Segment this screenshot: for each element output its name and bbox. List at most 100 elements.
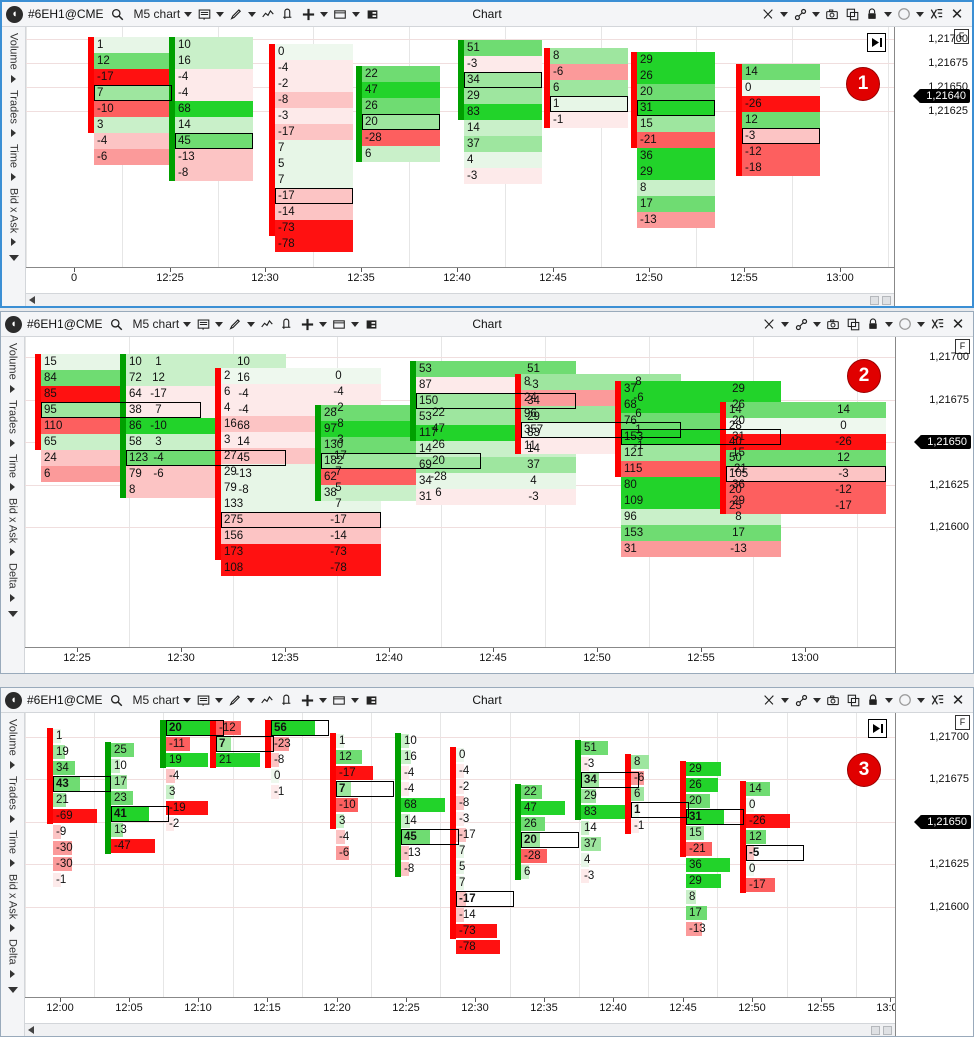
window-icon[interactable]	[330, 4, 350, 24]
lock-icon[interactable]	[863, 690, 883, 710]
circle-chevron-down-icon[interactable]	[915, 690, 927, 710]
footprint-row[interactable]: -4	[336, 829, 394, 845]
footprint-row[interactable]: 173 -73	[221, 544, 381, 560]
add-chevron-down-icon[interactable]	[318, 4, 330, 24]
footprint-row[interactable]: -8	[271, 752, 329, 768]
footprint-row[interactable]: 31	[686, 809, 744, 825]
footprint-row[interactable]: -73	[275, 220, 353, 236]
close-icon[interactable]: ✕	[947, 691, 969, 709]
footprint-row[interactable]: 37	[581, 836, 639, 852]
footprint-chart[interactable]: 1 12 -17 7 -10 3 -4 -6 10 16 -4 -4 68 14 45 -13 -8 0 -4 -2-…	[26, 27, 894, 280]
footprint-row[interactable]: 12	[336, 749, 394, 765]
footprint-row[interactable]: -69	[53, 808, 111, 824]
footprint-row[interactable]: 50 12	[726, 450, 886, 466]
footprint-row[interactable]: 17	[111, 774, 169, 790]
footprint-row[interactable]: -14	[275, 204, 353, 220]
window-chevron-down-icon[interactable]	[350, 4, 362, 24]
footprint-row[interactable]: -13	[686, 921, 744, 937]
y-axis[interactable]: F 1,21700 1,21675 1,21650 1,21625 1,21640	[894, 27, 972, 306]
footprint-row[interactable]: -13	[175, 149, 253, 165]
footprint-row[interactable]: 20	[362, 114, 440, 130]
close-icon[interactable]: ✕	[947, 315, 969, 333]
circle-icon[interactable]	[895, 314, 915, 334]
add-icon[interactable]	[297, 314, 317, 334]
footprint-row[interactable]: 8	[550, 48, 628, 64]
drawing-pencil-chevron-down-icon[interactable]	[246, 4, 258, 24]
footprint-row[interactable]: 0	[456, 747, 514, 763]
footprint-row[interactable]: -73	[456, 923, 514, 939]
window-chevron-down-icon[interactable]	[349, 690, 361, 710]
timeframe-chevron-down-icon[interactable]	[181, 314, 193, 334]
scroll-thumb[interactable]	[870, 295, 879, 305]
footprint-row[interactable]: 69 37	[416, 457, 576, 473]
sidebar-expand-arrow-icon[interactable]	[10, 858, 15, 867]
window-chevron-down-icon[interactable]	[349, 314, 361, 334]
footprint-row[interactable]: -28	[362, 130, 440, 146]
sidebar-more-icon[interactable]	[7, 610, 18, 617]
footprint-row[interactable]: 29	[637, 164, 715, 180]
footprint-row[interactable]: 40 -26	[726, 434, 886, 450]
scroll-end-box[interactable]	[883, 1025, 892, 1035]
footprint-row[interactable]: -4	[456, 763, 514, 779]
footprint-row[interactable]: -3	[464, 56, 542, 72]
indicator-icon[interactable]	[257, 690, 277, 710]
chart-type-icon[interactable]	[194, 4, 214, 24]
sidebar-item-bid-x-ask[interactable]: Bid x Ask	[8, 186, 20, 235]
footprint-row[interactable]: 20	[221, 368, 381, 384]
footprint-row[interactable]: -3	[581, 868, 639, 884]
footprint-row[interactable]: 36	[686, 857, 744, 873]
window-icon[interactable]	[329, 690, 349, 710]
columns-icon[interactable]	[361, 690, 381, 710]
sidebar-expand-arrow-icon[interactable]	[10, 923, 15, 932]
indicator-icon[interactable]	[258, 4, 278, 24]
circle-icon[interactable]	[895, 690, 915, 710]
footprint-row[interactable]: 56	[271, 720, 329, 736]
footprint-row[interactable]: 7	[94, 85, 172, 101]
camera-icon[interactable]	[823, 314, 843, 334]
sidebar-expand-arrow-icon[interactable]	[11, 172, 16, 181]
footprint-row[interactable]: 16	[175, 53, 253, 69]
sidebar-expand-arrow-icon[interactable]	[10, 438, 15, 447]
footprint-row[interactable]: 14	[742, 64, 820, 80]
footprint-row[interactable]: 36	[637, 148, 715, 164]
footprint-row[interactable]: 19	[53, 744, 111, 760]
footprint-row[interactable]: -4	[275, 60, 353, 76]
sidebar-item-time[interactable]: Time	[8, 142, 20, 170]
sidebar-item-trades[interactable]: Trades	[7, 774, 19, 812]
footprint-row[interactable]: 14	[464, 120, 542, 136]
sidebar-expand-arrow-icon[interactable]	[10, 547, 15, 556]
footprint-row[interactable]: 47	[362, 82, 440, 98]
search-icon[interactable]	[108, 4, 128, 24]
footprint-row[interactable]: 12	[746, 829, 804, 845]
sidebar-item-volume[interactable]: Volume	[7, 341, 19, 382]
footprint-row[interactable]: -8	[456, 795, 514, 811]
footprint-row[interactable]: -8	[175, 165, 253, 181]
scissors-icon[interactable]	[759, 314, 779, 334]
lock-icon[interactable]	[862, 4, 882, 24]
footprint-row[interactable]: 6	[550, 80, 628, 96]
drawing-pencil-chevron-down-icon[interactable]	[245, 690, 257, 710]
add-chevron-down-icon[interactable]	[317, 314, 329, 334]
camera-icon[interactable]	[823, 690, 843, 710]
lock-chevron-down-icon[interactable]	[883, 314, 895, 334]
footprint-row[interactable]: 153 17	[621, 525, 781, 541]
footprint-row[interactable]: -17	[456, 827, 514, 843]
footprint-row[interactable]: -28	[521, 848, 579, 864]
footprint-row[interactable]: 22	[521, 784, 579, 800]
footprint-row[interactable]: 26	[686, 777, 744, 793]
footprint-row[interactable]: -17	[275, 124, 353, 140]
footprint-row[interactable]: 1	[53, 728, 111, 744]
footprint-row[interactable]: 68	[175, 101, 253, 117]
lock-chevron-down-icon[interactable]	[882, 4, 894, 24]
columns-icon[interactable]	[361, 314, 381, 334]
close-icon[interactable]: ✕	[946, 5, 968, 23]
footprint-row[interactable]: -23	[271, 736, 329, 752]
search-icon[interactable]	[107, 690, 127, 710]
sidebar-expand-arrow-icon[interactable]	[10, 814, 15, 823]
footprint-row[interactable]: -2	[166, 816, 224, 832]
drawing-pencil-icon[interactable]	[226, 4, 246, 24]
footprint-row[interactable]: 8	[637, 180, 715, 196]
horizontal-scrollbar[interactable]	[26, 293, 894, 306]
footprint-row[interactable]: -21	[686, 841, 744, 857]
order-icon[interactable]	[277, 690, 297, 710]
